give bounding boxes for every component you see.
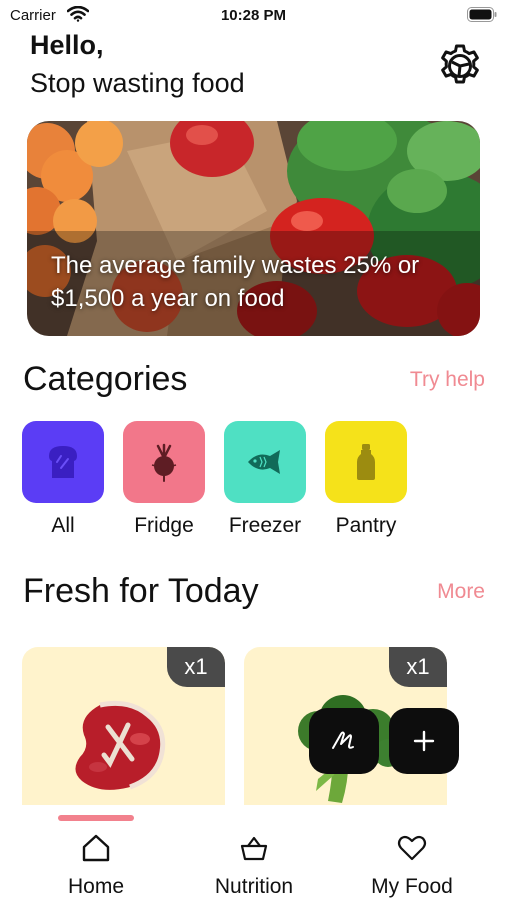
tab-my-food-label: My Food xyxy=(371,875,453,898)
category-all-label: All xyxy=(51,514,75,537)
category-pantry-label: Pantry xyxy=(335,514,397,537)
hero-banner[interactable]: The average family wastes 25% or $1,500 … xyxy=(27,121,480,336)
quantity-badge: x1 xyxy=(167,647,225,687)
category-freezer-label: Freezer xyxy=(228,514,302,537)
category-pantry-button[interactable] xyxy=(325,421,407,503)
more-link[interactable]: More xyxy=(437,580,485,604)
category-fridge-label: Fridge xyxy=(134,514,194,537)
battery-icon xyxy=(467,7,497,22)
hero-text: The average family wastes 25% or $1,500 … xyxy=(51,252,420,312)
status-bar: Carrier 10:28 PM xyxy=(0,0,507,32)
status-time: 10:28 PM xyxy=(220,7,287,24)
tab-nutrition[interactable]: Nutrition xyxy=(184,833,324,899)
fresh-title: Fresh for Today xyxy=(23,572,259,610)
bottle-icon xyxy=(357,444,375,480)
active-tab-indicator xyxy=(58,815,134,821)
try-help-link[interactable]: Try help xyxy=(410,368,485,392)
home-icon xyxy=(82,834,110,862)
greeting: Hello, xyxy=(30,30,104,60)
scribble-icon xyxy=(332,731,354,749)
steak-image xyxy=(75,700,166,790)
plus-icon xyxy=(413,730,435,752)
categories-title: Categories xyxy=(23,360,188,398)
tab-nutrition-label: Nutrition xyxy=(214,875,294,898)
basket-icon xyxy=(240,836,268,861)
radish-icon xyxy=(151,443,177,482)
heart-icon xyxy=(397,835,427,861)
tab-home[interactable]: Home xyxy=(26,833,166,899)
tagline: Stop wasting food xyxy=(30,68,245,98)
category-fridge-button[interactable] xyxy=(123,421,205,503)
bread-icon xyxy=(49,446,77,478)
food-card-steak[interactable]: x1 xyxy=(22,647,225,807)
scan-button[interactable] xyxy=(309,708,379,774)
category-all-button[interactable] xyxy=(22,421,104,503)
tab-home-label: Home xyxy=(67,875,125,898)
add-button[interactable] xyxy=(389,708,459,774)
gear-icon[interactable] xyxy=(437,43,483,89)
quantity-badge: x1 xyxy=(389,647,447,687)
category-freezer-button[interactable] xyxy=(224,421,306,503)
tab-my-food[interactable]: My Food xyxy=(342,833,482,899)
tab-bar: Home Nutrition My Food xyxy=(0,805,507,900)
fish-icon xyxy=(248,450,280,474)
